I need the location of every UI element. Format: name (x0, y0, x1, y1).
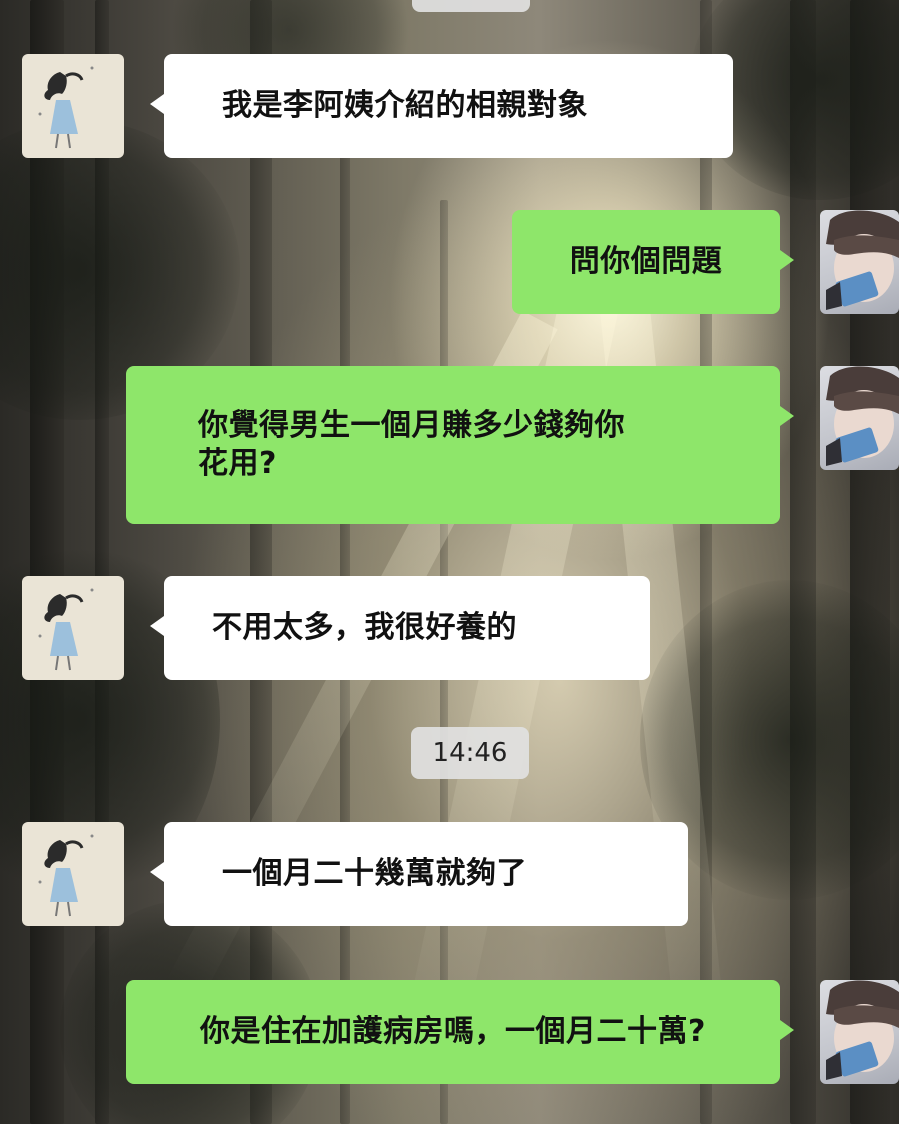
boy-avatar-icon[interactable] (820, 210, 899, 314)
message-bubble-incoming[interactable]: 不用太多，我很好養的 (150, 576, 650, 680)
message-text: 不用太多，我很好養的 (212, 610, 517, 645)
girl-avatar-icon[interactable] (22, 576, 124, 680)
previous-timestamp-stub (412, 0, 530, 12)
message-bubble-incoming[interactable]: 一個月二十幾萬就夠了 (150, 822, 688, 926)
chat-screen: 我是李阿姨介紹的相親對象 問你個問題 你覺得男生一個月賺多少錢夠你 花用? 不用… (0, 0, 899, 1124)
boy-avatar-icon[interactable] (820, 980, 899, 1084)
message-bubble-incoming[interactable]: 我是李阿姨介紹的相親對象 (150, 54, 733, 158)
girl-avatar-icon[interactable] (22, 822, 124, 926)
chat-timestamp: 14:46 (411, 727, 529, 779)
message-text-line: 花用? (198, 446, 277, 481)
message-bubble-outgoing[interactable]: 你覺得男生一個月賺多少錢夠你 花用? (126, 366, 794, 524)
message-text-block: 你覺得男生一個月賺多少錢夠你 花用? (198, 407, 625, 483)
message-text: 問你個問題 (569, 244, 723, 279)
message-text-line: 你覺得男生一個月賺多少錢夠你 (198, 408, 625, 443)
message-text: 一個月二十幾萬就夠了 (222, 856, 527, 891)
message-text: 我是李阿姨介紹的相親對象 (222, 88, 588, 123)
girl-avatar-icon[interactable] (22, 54, 124, 158)
message-text: 你是住在加護病房嗎，一個月二十萬? (200, 1014, 706, 1049)
boy-avatar-icon[interactable] (820, 366, 899, 470)
message-bubble-outgoing[interactable]: 你是住在加護病房嗎，一個月二十萬? (126, 980, 794, 1084)
message-bubble-outgoing[interactable]: 問你個問題 (512, 210, 794, 314)
